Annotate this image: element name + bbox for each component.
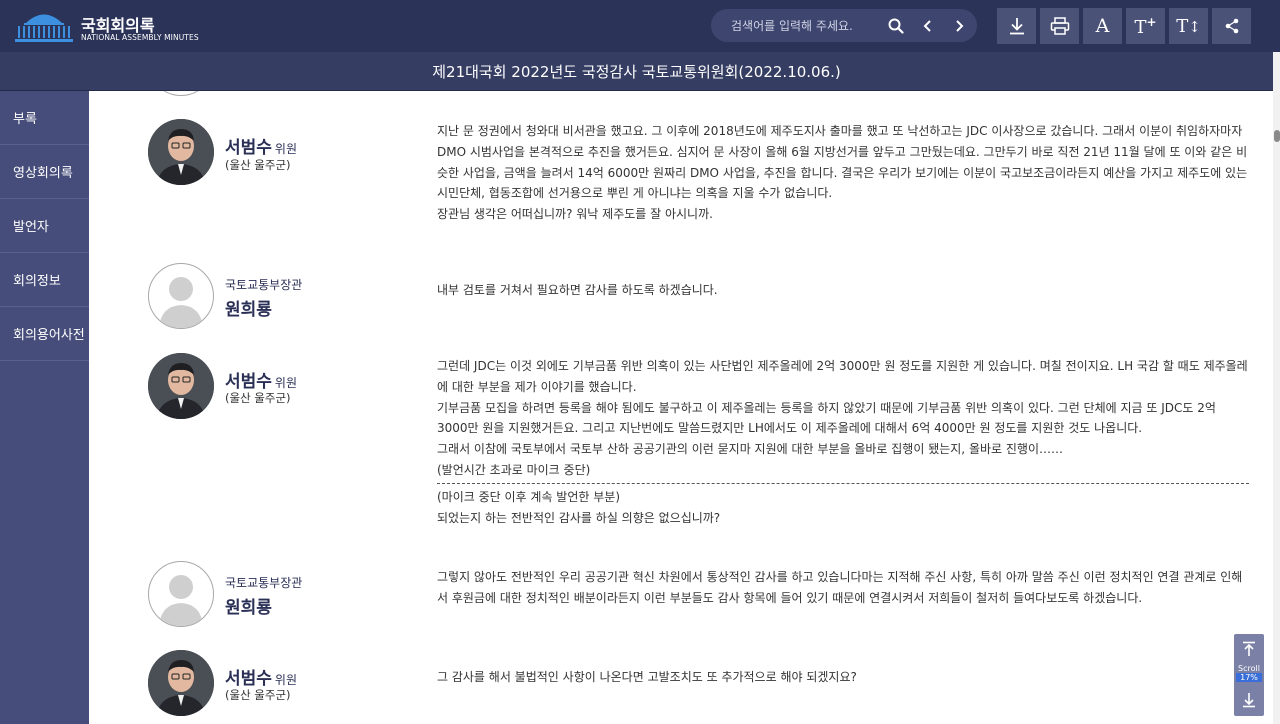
speaker-district: (울산 울주군) — [225, 688, 291, 702]
search-button[interactable] — [883, 9, 909, 42]
speaker-title: 국토교통부장관 — [225, 278, 303, 292]
app-subtitle: NATIONAL ASSEMBLY MINUTES — [81, 33, 199, 42]
search-icon — [888, 18, 904, 34]
search-next-button[interactable] — [946, 9, 972, 42]
font-icon: A — [1095, 15, 1110, 37]
arrow-up-to-line-icon — [1243, 641, 1255, 656]
speech-text: 지난 문 정권에서 청와대 비서관을 했고요. 그 이후에 2018년도에 제주… — [437, 124, 1248, 222]
person-photo-icon — [148, 650, 214, 716]
mic-cut-divider — [437, 482, 1249, 484]
line-height-button[interactable]: T↕ — [1169, 8, 1208, 44]
search-bar — [711, 9, 977, 42]
speaker-photo — [148, 263, 214, 329]
download-icon — [1009, 18, 1024, 35]
minutes-content: 서범수 위원 (울산 울주군) 지난 문 정권에서 청와대 비서관을 했고요. 그… — [89, 91, 1273, 724]
font-increase-icon: T+ — [1134, 14, 1157, 38]
sidebar-item-label: 영상회의록 — [13, 166, 73, 181]
print-button[interactable] — [1040, 8, 1079, 44]
arrow-down-to-line-icon — [1243, 693, 1255, 708]
sidebar-item-meeting-info[interactable]: 회의정보 — [0, 253, 89, 307]
national-assembly-building-icon — [15, 14, 73, 42]
font-increase-button[interactable]: T+ — [1126, 8, 1165, 44]
chevron-left-icon — [923, 19, 931, 32]
speaker-district: (울산 울주군) — [225, 158, 291, 172]
speech-text: 그 감사를 해서 불법적인 사항이 나온다면 고발조치도 또 추가적으로 해야 … — [437, 670, 857, 684]
chevron-right-icon — [956, 19, 964, 32]
sidebar-item-label: 회의정보 — [13, 274, 61, 289]
page-scrollbar[interactable] — [1273, 52, 1280, 724]
speaker-district: (울산 울주군) — [225, 391, 291, 405]
sidebar-item-speakers[interactable]: 발언자 — [0, 199, 89, 253]
avatar — [148, 91, 214, 96]
font-button[interactable]: A — [1083, 8, 1122, 44]
scrollbar-thumb[interactable] — [1274, 130, 1280, 142]
download-button[interactable] — [997, 8, 1036, 44]
speaker-photo — [148, 561, 214, 627]
scroll-top-button[interactable] — [1234, 636, 1264, 662]
scroll-position: Scroll 17% — [1234, 664, 1264, 682]
sidebar-item-label: 회의용어사전 — [13, 328, 85, 343]
scroll-bottom-button[interactable] — [1234, 687, 1264, 713]
speaker-photo — [148, 353, 214, 419]
share-button[interactable] — [1212, 8, 1251, 44]
document-title-bar: 제21대국회 2022년도 국정감사 국토교통위원회(2022.10.06.) — [0, 52, 1273, 91]
top-header: 국회회의록 NATIONAL ASSEMBLY MINUTES 검색어를 입력해… — [0, 0, 1280, 52]
share-icon — [1225, 18, 1238, 34]
speaker-photo — [148, 119, 214, 185]
scroll-percent: 17% — [1236, 673, 1262, 682]
document-title: 제21대국회 2022년도 국정감사 국토교통위원회(2022.10.06.) — [432, 62, 841, 81]
speaker-photo — [148, 650, 214, 716]
sidebar-item-label: 발언자 — [13, 220, 49, 235]
speaker-title: 국토교통부장관 — [225, 576, 303, 590]
person-photo-icon — [148, 353, 214, 419]
speech-text: 그런데 JDC는 이것 외에도 기부금품 위반 의혹이 있는 사단법인 제주올레… — [437, 359, 1249, 525]
print-icon — [1050, 17, 1069, 35]
person-photo-icon — [148, 119, 214, 185]
sidebar: 부록 영상회의록 발언자 회의정보 회의용어사전 — [0, 91, 89, 724]
speaker-name[interactable]: 원희룡 — [225, 295, 272, 320]
search-input[interactable] — [731, 9, 881, 42]
sidebar-item-glossary[interactable]: 회의용어사전 — [0, 307, 89, 361]
person-placeholder-icon — [159, 575, 203, 626]
sidebar-item-appendix[interactable]: 부록 — [0, 91, 89, 145]
speech-text: 내부 검토를 거쳐서 필요하면 감사를 하도록 하겠습니다. — [437, 283, 718, 297]
person-placeholder-icon — [159, 277, 203, 328]
speaker-name[interactable]: 서범수 위원 — [225, 664, 297, 689]
sidebar-item-label: 부록 — [13, 112, 37, 127]
search-prev-button[interactable] — [915, 9, 941, 42]
speaker-name[interactable]: 원희룡 — [225, 593, 272, 618]
scroll-widget: Scroll 17% — [1234, 634, 1264, 716]
sidebar-item-video-minutes[interactable]: 영상회의록 — [0, 145, 89, 199]
speaker-name[interactable]: 서범수 위원 — [225, 133, 297, 158]
line-height-icon: T↕ — [1176, 15, 1201, 37]
speaker-name[interactable]: 서범수 위원 — [225, 367, 297, 392]
speech-text: 그렇지 않아도 전반적인 우리 공공기관 혁신 차원에서 통상적인 감사를 하고… — [437, 570, 1243, 605]
site-logo[interactable]: 국회회의록 NATIONAL ASSEMBLY MINUTES — [12, 8, 212, 46]
